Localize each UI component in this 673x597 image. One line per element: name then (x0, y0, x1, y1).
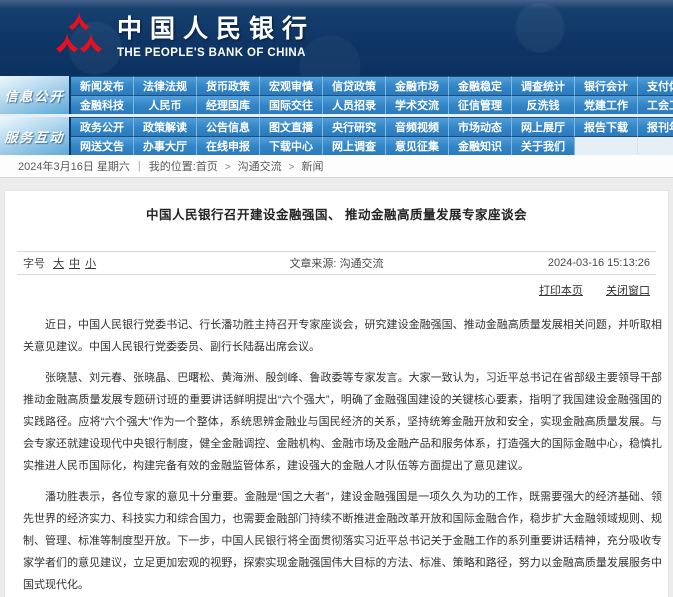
nav-item[interactable]: 图文直播 (260, 117, 323, 136)
nav-item[interactable]: 人员招录 (323, 95, 386, 114)
nav-empty-cell (638, 136, 673, 155)
nav-item[interactable]: 金融市场 (386, 76, 449, 95)
nav-item[interactable]: 意见征集 (386, 136, 449, 155)
fontsize-link[interactable]: 大 (53, 258, 64, 270)
nav-group-label: 服务互动 (0, 117, 71, 155)
nav-item[interactable]: 报刊年鉴 (638, 117, 673, 136)
article-paragraph: 近日，中国人民银行党委书记、行长潘功胜主持召开专家座谈会，研究建设金融强国、推动… (23, 314, 662, 358)
logo-text: 中国人民银行 THE PEOPLE'S BANK OF CHINA (117, 15, 315, 59)
breadcrumb-separator: > (225, 162, 231, 173)
fontsize-label: 字号 (23, 258, 45, 270)
article-container: 中国人民银行召开建设金融强国、 推动金融高质量发展专家座谈会 字号 大中小 文章… (4, 190, 669, 597)
nav-item[interactable]: 办事大厅 (134, 136, 197, 155)
nav-item[interactable]: 金融科技 (71, 95, 134, 114)
breadcrumb-divider: | (138, 160, 141, 172)
nav-item[interactable]: 政务公开 (71, 117, 134, 136)
fontsize-link[interactable]: 小 (85, 258, 96, 270)
nav-empty-cell (575, 136, 638, 155)
nav-group-label: 信息公开 (0, 76, 71, 114)
nav-grid: 政务公开政策解读公告信息图文直播央行研究音频视频市场动态网上展厅报告下载报刊年鉴… (71, 117, 673, 155)
nav-item[interactable]: 信贷政策 (323, 76, 386, 95)
site-header: 中国人民银行 THE PEOPLE'S BANK OF CHINA (0, 0, 673, 76)
nav-item[interactable]: 关于我们 (512, 136, 575, 155)
nav-item[interactable]: 网上展厅 (512, 117, 575, 136)
source-value: 沟通交流 (340, 258, 384, 270)
pboc-emblem-icon (54, 12, 104, 62)
page: 中国人民银行 THE PEOPLE'S BANK OF CHINA 信息公开新闻… (0, 0, 673, 597)
main-navigation: 信息公开新闻发布法律法规货币政策宏观审慎信贷政策金融市场金融稳定调查统计银行会计… (0, 76, 673, 155)
spacer-band (0, 178, 673, 190)
nav-item[interactable]: 人民币 (134, 95, 197, 114)
nav-item[interactable]: 货币政策 (197, 76, 260, 95)
source-label: 文章来源: (289, 258, 336, 270)
site-logo: 中国人民银行 THE PEOPLE'S BANK OF CHINA (0, 0, 673, 62)
page-actions: 打印本页 关闭窗口 (5, 275, 668, 300)
bank-name-en: THE PEOPLE'S BANK OF CHINA (117, 47, 315, 59)
article-title: 中国人民银行召开建设金融强国、 推动金融高质量发展专家座谈会 (5, 204, 668, 223)
article-body: 近日，中国人民银行党委书记、行长潘功胜主持召开专家座谈会，研究建设金融强国、推动… (5, 300, 668, 597)
fontsize-control: 字号 大中小 (23, 255, 219, 271)
nav-item[interactable]: 公告信息 (197, 117, 260, 136)
article-paragraph: 潘功胜表示，各位专家的意见十分重要。金融是“国之大者”，建设金融强国是一项久久为… (23, 486, 662, 596)
nav-item[interactable]: 国际交往 (260, 95, 323, 114)
nav-item[interactable]: 下载中心 (260, 136, 323, 155)
nav-item[interactable]: 报告下载 (575, 117, 638, 136)
nav-item[interactable]: 在线申报 (197, 136, 260, 155)
nav-item[interactable]: 网送文告 (71, 136, 134, 155)
nav-item[interactable]: 金融稳定 (449, 76, 512, 95)
nav-item[interactable]: 市场动态 (449, 117, 512, 136)
nav-item[interactable]: 宏观审慎 (260, 76, 323, 95)
print-page-link[interactable]: 打印本页 (539, 285, 583, 297)
nav-item[interactable]: 反洗钱 (512, 95, 575, 114)
nav-section-1: 信息公开新闻发布法律法规货币政策宏观审慎信贷政策金融市场金融稳定调查统计银行会计… (0, 76, 673, 114)
breadcrumb-link[interactable]: 沟通交流 (238, 161, 282, 173)
close-window-link[interactable]: 关闭窗口 (606, 285, 650, 297)
nav-item[interactable]: 银行会计 (575, 76, 638, 95)
breadcrumb: 2024年3月16日 星期六 | 我的位置: 首页 > 沟通交流 > 新闻 (0, 155, 673, 178)
location-label: 我的位置: (149, 158, 196, 174)
nav-item[interactable]: 政策解读 (134, 117, 197, 136)
article-source: 文章来源: 沟通交流 (219, 255, 454, 271)
nav-item[interactable]: 音频视频 (386, 117, 449, 136)
nav-item[interactable]: 央行研究 (323, 117, 386, 136)
nav-item[interactable]: 法律法规 (134, 76, 197, 95)
current-date: 2024年3月16日 星期六 (18, 158, 130, 174)
article-meta: 字号 大中小 文章来源: 沟通交流 2024-03-16 15:13:26 (17, 251, 656, 275)
breadcrumb-separator: > (289, 162, 295, 173)
nav-item[interactable]: 支付体系 (638, 76, 673, 95)
nav-grid: 新闻发布法律法规货币政策宏观审慎信贷政策金融市场金融稳定调查统计银行会计支付体系… (71, 76, 673, 114)
nav-item[interactable]: 征信管理 (449, 95, 512, 114)
nav-item[interactable]: 经理国库 (197, 95, 260, 114)
nav-item[interactable]: 金融知识 (449, 136, 512, 155)
nav-item[interactable]: 党建工作 (575, 95, 638, 114)
nav-item[interactable]: 调查统计 (512, 76, 575, 95)
nav-item[interactable]: 网上调查 (323, 136, 386, 155)
publish-datetime: 2024-03-16 15:13:26 (454, 257, 650, 269)
breadcrumb-link[interactable]: 新闻 (302, 161, 324, 173)
bank-name-cn: 中国人民银行 (117, 15, 315, 45)
nav-item[interactable]: 学术交流 (386, 95, 449, 114)
breadcrumb-link[interactable]: 首页 (196, 161, 218, 173)
nav-section-2: 服务互动政务公开政策解读公告信息图文直播央行研究音频视频市场动态网上展厅报告下载… (0, 117, 673, 155)
fontsize-link[interactable]: 中 (69, 258, 80, 270)
nav-item[interactable]: 新闻发布 (71, 76, 134, 95)
article-paragraph: 张晓慧、刘元春、张晓晶、巴曙松、黄海洲、殷剑峰、鲁政委等专家发言。大家一致认为，… (23, 367, 662, 477)
nav-item[interactable]: 工会工作 (638, 95, 673, 114)
